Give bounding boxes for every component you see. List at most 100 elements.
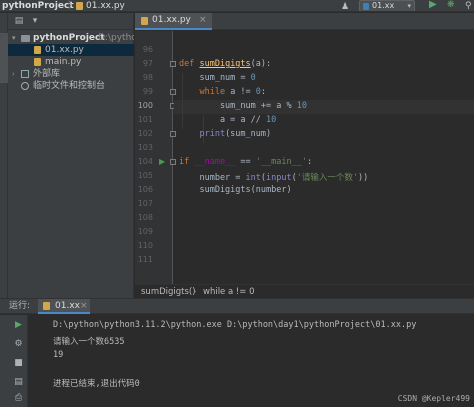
code-line: while a != 0: bbox=[179, 87, 266, 97]
search-icon[interactable]: ⚲ bbox=[465, 0, 472, 11]
run-console[interactable]: D:\python\python3.11.2\python.exe D:\pyt… bbox=[29, 315, 474, 407]
fold-marker-icon[interactable] bbox=[170, 131, 176, 137]
console-line: 19 bbox=[53, 350, 64, 360]
project-tool-button[interactable] bbox=[0, 33, 8, 83]
library-icon bbox=[21, 70, 29, 78]
run-tab-01xx[interactable]: 01.xx × bbox=[38, 299, 90, 314]
tree-item-01xx[interactable]: 01.xx.py bbox=[8, 44, 134, 56]
line-number: 108 bbox=[137, 213, 153, 222]
code-line: sumDigigts(number) bbox=[179, 185, 292, 195]
code-token: while bbox=[179, 87, 231, 97]
code-editor[interactable]: 96 97 98 99 100 101 102 103 104 105 106 … bbox=[135, 31, 474, 284]
run-gutter-icon[interactable]: ▶ bbox=[159, 157, 165, 166]
tree-item-label: pythonProject bbox=[33, 33, 105, 43]
folder-icon bbox=[21, 35, 30, 42]
tree-item-main[interactable]: main.py bbox=[8, 56, 134, 68]
code-token: a != bbox=[230, 87, 256, 97]
fold-marker-icon[interactable] bbox=[170, 61, 176, 67]
project-dropdown-icon[interactable]: ▾ bbox=[30, 16, 40, 26]
code-token: number = bbox=[179, 173, 246, 183]
tree-item-external-libraries[interactable]: › 外部库 bbox=[8, 68, 134, 80]
code-token: a = a // bbox=[179, 115, 266, 125]
code-token: (a): bbox=[250, 59, 272, 69]
tree-item-label: 临时文件和控制台 bbox=[33, 81, 106, 91]
run-toolbar: ▶ ⚙ ■ ▤ ⎙ bbox=[8, 315, 28, 407]
breadcrumb-loop[interactable]: while a != 0 bbox=[203, 285, 255, 299]
code-line: sum_num = 0 bbox=[179, 73, 256, 83]
title-bar: pythonProject 〉 01.xx.py ♟ 01.xx ▾ ▶ ❋ ⚲ bbox=[0, 0, 474, 12]
code-line: print(sum_num) bbox=[179, 129, 271, 139]
run-panel-header: 运行: 01.xx × bbox=[0, 298, 474, 314]
print-icon[interactable]: ⎙ bbox=[13, 393, 24, 404]
tab-01xx[interactable]: 01.xx.py × bbox=[135, 13, 212, 30]
code-token: sumDigigts(number) bbox=[179, 185, 292, 195]
editor-tab-bar: 01.xx.py × bbox=[135, 13, 474, 30]
line-number: 98 bbox=[142, 73, 153, 82]
run-config-selector[interactable]: 01.xx ▾ bbox=[359, 0, 415, 11]
code-token: 10 bbox=[266, 115, 277, 125]
wrench-icon[interactable]: ⚙ bbox=[13, 339, 24, 350]
code-token: def bbox=[179, 59, 200, 69]
project-toolbar: ▤ ▾ bbox=[8, 13, 134, 30]
tree-item-label: 外部库 bbox=[33, 69, 61, 79]
code-token: sumDigigts bbox=[199, 59, 251, 69]
code-token: sum_num = bbox=[179, 73, 251, 83]
python-file-icon bbox=[43, 302, 50, 310]
tab-label: 01.xx.py bbox=[152, 15, 191, 25]
project-title[interactable]: pythonProject bbox=[2, 0, 74, 11]
tree-item-scratches[interactable]: 临时文件和控制台 bbox=[8, 80, 134, 92]
project-view-icon[interactable]: ▤ bbox=[14, 16, 24, 26]
scratch-icon bbox=[21, 82, 29, 90]
code-token: 10 bbox=[296, 101, 307, 111]
line-number: 111 bbox=[137, 255, 153, 264]
line-gutter: 96 97 98 99 100 101 102 103 104 105 106 … bbox=[135, 31, 176, 284]
line-number: 101 bbox=[137, 115, 153, 124]
python-file-icon bbox=[34, 58, 41, 66]
run-config-label: 01.xx bbox=[372, 1, 395, 10]
run-tab-label: 01.xx bbox=[55, 301, 80, 311]
code-token: if bbox=[179, 157, 195, 167]
chevron-down-icon[interactable]: ▾ bbox=[12, 32, 16, 44]
breadcrumb-function[interactable]: sumDigigts() bbox=[141, 285, 196, 299]
close-icon[interactable]: × bbox=[80, 299, 88, 314]
watermark: CSDN @Kepler499 bbox=[397, 394, 470, 403]
run-side-strip bbox=[0, 315, 8, 407]
rerun-icon[interactable]: ▶ bbox=[13, 320, 24, 331]
code-token: int bbox=[245, 173, 261, 183]
line-number: 103 bbox=[137, 143, 153, 152]
code-token: input bbox=[266, 173, 292, 183]
fold-marker-icon[interactable] bbox=[170, 159, 176, 165]
toolbar-right: ♟ 01.xx ▾ ▶ ❋ ⚲ bbox=[333, 0, 474, 11]
python-file-icon bbox=[34, 46, 41, 54]
chevron-right-icon[interactable]: › bbox=[12, 68, 15, 80]
code-token: 0 bbox=[250, 73, 256, 83]
fold-marker-icon[interactable] bbox=[170, 89, 176, 95]
console-prompt-text: 请输入一个数 bbox=[53, 337, 105, 347]
layout-icon[interactable]: ▤ bbox=[13, 377, 24, 388]
console-prompt: 请输入一个数6535 bbox=[53, 335, 125, 347]
code-token: : bbox=[260, 87, 267, 97]
code-line: number = int(input('请输入一个数')) bbox=[179, 171, 368, 183]
code-token: '__main__' bbox=[255, 157, 307, 167]
line-number: 102 bbox=[137, 129, 153, 138]
editor-breadcrumb: sumDigigts() › while a != 0 bbox=[135, 284, 474, 298]
tree-item-pythonproject[interactable]: ▾ pythonProject D:\pytho bbox=[8, 32, 134, 44]
breadcrumb-separator: › bbox=[193, 287, 197, 297]
line-number: 104 bbox=[137, 157, 153, 166]
line-number: 110 bbox=[137, 241, 153, 250]
line-number: 96 bbox=[142, 45, 153, 54]
current-file-title[interactable]: 01.xx.py bbox=[86, 0, 125, 11]
debug-icon[interactable]: ❋ bbox=[447, 0, 455, 11]
line-number: 106 bbox=[137, 185, 153, 194]
code-token: print bbox=[179, 129, 226, 139]
close-icon[interactable]: × bbox=[199, 15, 207, 25]
run-panel-label: 运行: bbox=[9, 301, 31, 311]
code-token: __name__ bbox=[194, 157, 236, 167]
line-number: 100 bbox=[137, 101, 153, 110]
python-icon bbox=[363, 3, 369, 10]
user-icon[interactable]: ♟ bbox=[341, 1, 349, 11]
stop-icon[interactable]: ■ bbox=[13, 358, 24, 369]
line-number: 107 bbox=[137, 199, 153, 208]
line-number: 109 bbox=[137, 227, 153, 236]
run-icon[interactable]: ▶ bbox=[429, 0, 437, 11]
